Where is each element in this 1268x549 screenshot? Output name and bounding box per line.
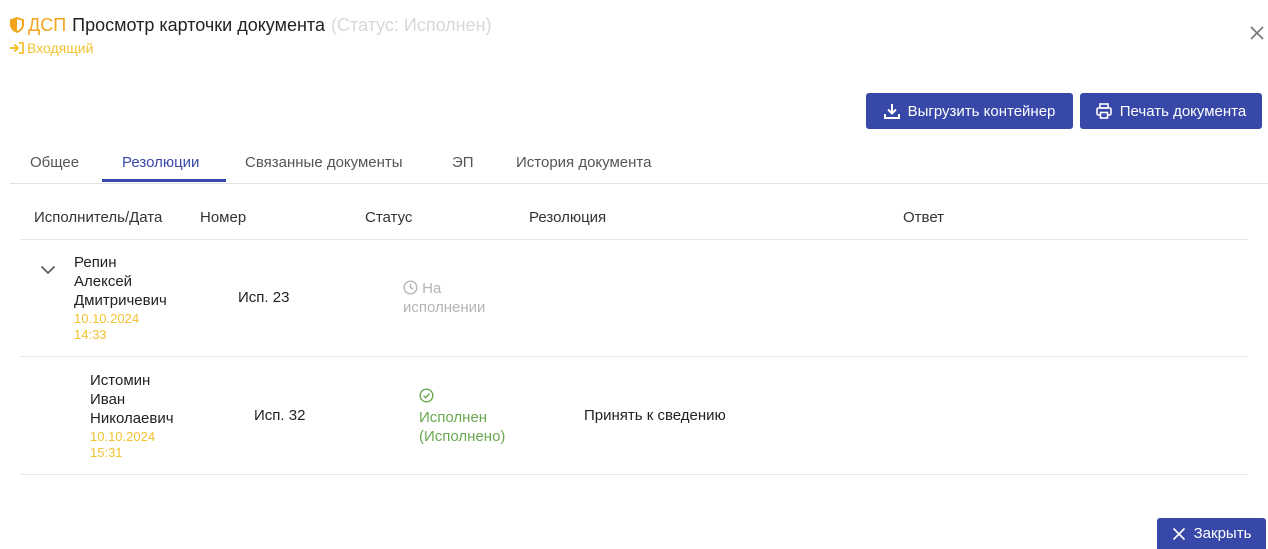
column-header-number: Номер [200, 209, 247, 226]
tab-signatures[interactable]: ЭП [452, 154, 474, 171]
print-document-label: Печать документа [1119, 102, 1247, 120]
executor-name: Репин Алексей Дмитричевич [74, 254, 167, 309]
login-arrow-icon [10, 42, 24, 54]
clock-icon [403, 280, 418, 295]
dialog-header: ДСП Просмотр карточки документа (Статус: И… [10, 14, 492, 56]
dialog-title: ДСП Просмотр карточки документа (Статус: И… [10, 14, 492, 38]
resolution-text: Принять к сведению [584, 407, 726, 424]
printer-icon [1095, 103, 1112, 119]
status-done-text: Исполнен (Исполнено) [419, 409, 506, 445]
print-document-button[interactable]: Печать документа [1080, 93, 1262, 129]
executor-name: Истомин Иван Николаевич [90, 372, 174, 427]
status-done: Исполнен (Исполнено) [419, 388, 505, 446]
column-header-executor: Исполнитель/Дата [34, 209, 163, 226]
tab-bar: Общее Резолюции Связанные документы ЭП И… [10, 148, 1268, 184]
column-header-answer: Ответ [903, 209, 945, 226]
security-tag: ДСП [28, 15, 67, 35]
close-button[interactable]: Закрыть [1157, 518, 1266, 549]
document-type-label: Входящий [27, 40, 94, 56]
row-divider [20, 356, 1248, 357]
status-pending: На исполнении [403, 279, 485, 317]
close-button-label: Закрыть [1193, 525, 1252, 542]
document-type: Входящий [10, 40, 492, 56]
row-divider [20, 474, 1248, 475]
tab-related-documents[interactable]: Связанные документы [245, 154, 403, 171]
download-icon [883, 104, 900, 119]
executor-date: 10.10.2024 15:31 [90, 429, 156, 460]
tab-history[interactable]: История документа [516, 154, 651, 171]
column-header-resolution: Резолюция [529, 209, 607, 226]
column-header-status: Статус [365, 209, 413, 226]
page-title: Просмотр карточки документа [72, 15, 325, 35]
header-divider [20, 239, 1248, 240]
shield-icon [10, 16, 24, 38]
export-container-button[interactable]: Выгрузить контейнер [866, 93, 1073, 129]
active-tab-indicator [102, 179, 226, 182]
close-icon [1172, 527, 1185, 540]
chevron-down-icon[interactable] [40, 262, 56, 280]
check-circle-icon [419, 388, 434, 403]
resolution-number: Исп. 23 [238, 289, 290, 306]
executor-date: 10.10.2024 14:33 [74, 311, 140, 342]
tab-general[interactable]: Общее [30, 154, 79, 171]
resolution-number: Исп. 32 [254, 407, 306, 424]
document-status: (Статус: Исполнен) [330, 15, 492, 35]
tab-resolutions[interactable]: Резолюции [122, 154, 199, 171]
export-container-label: Выгрузить контейнер [907, 102, 1056, 120]
close-icon[interactable] [1248, 24, 1266, 42]
